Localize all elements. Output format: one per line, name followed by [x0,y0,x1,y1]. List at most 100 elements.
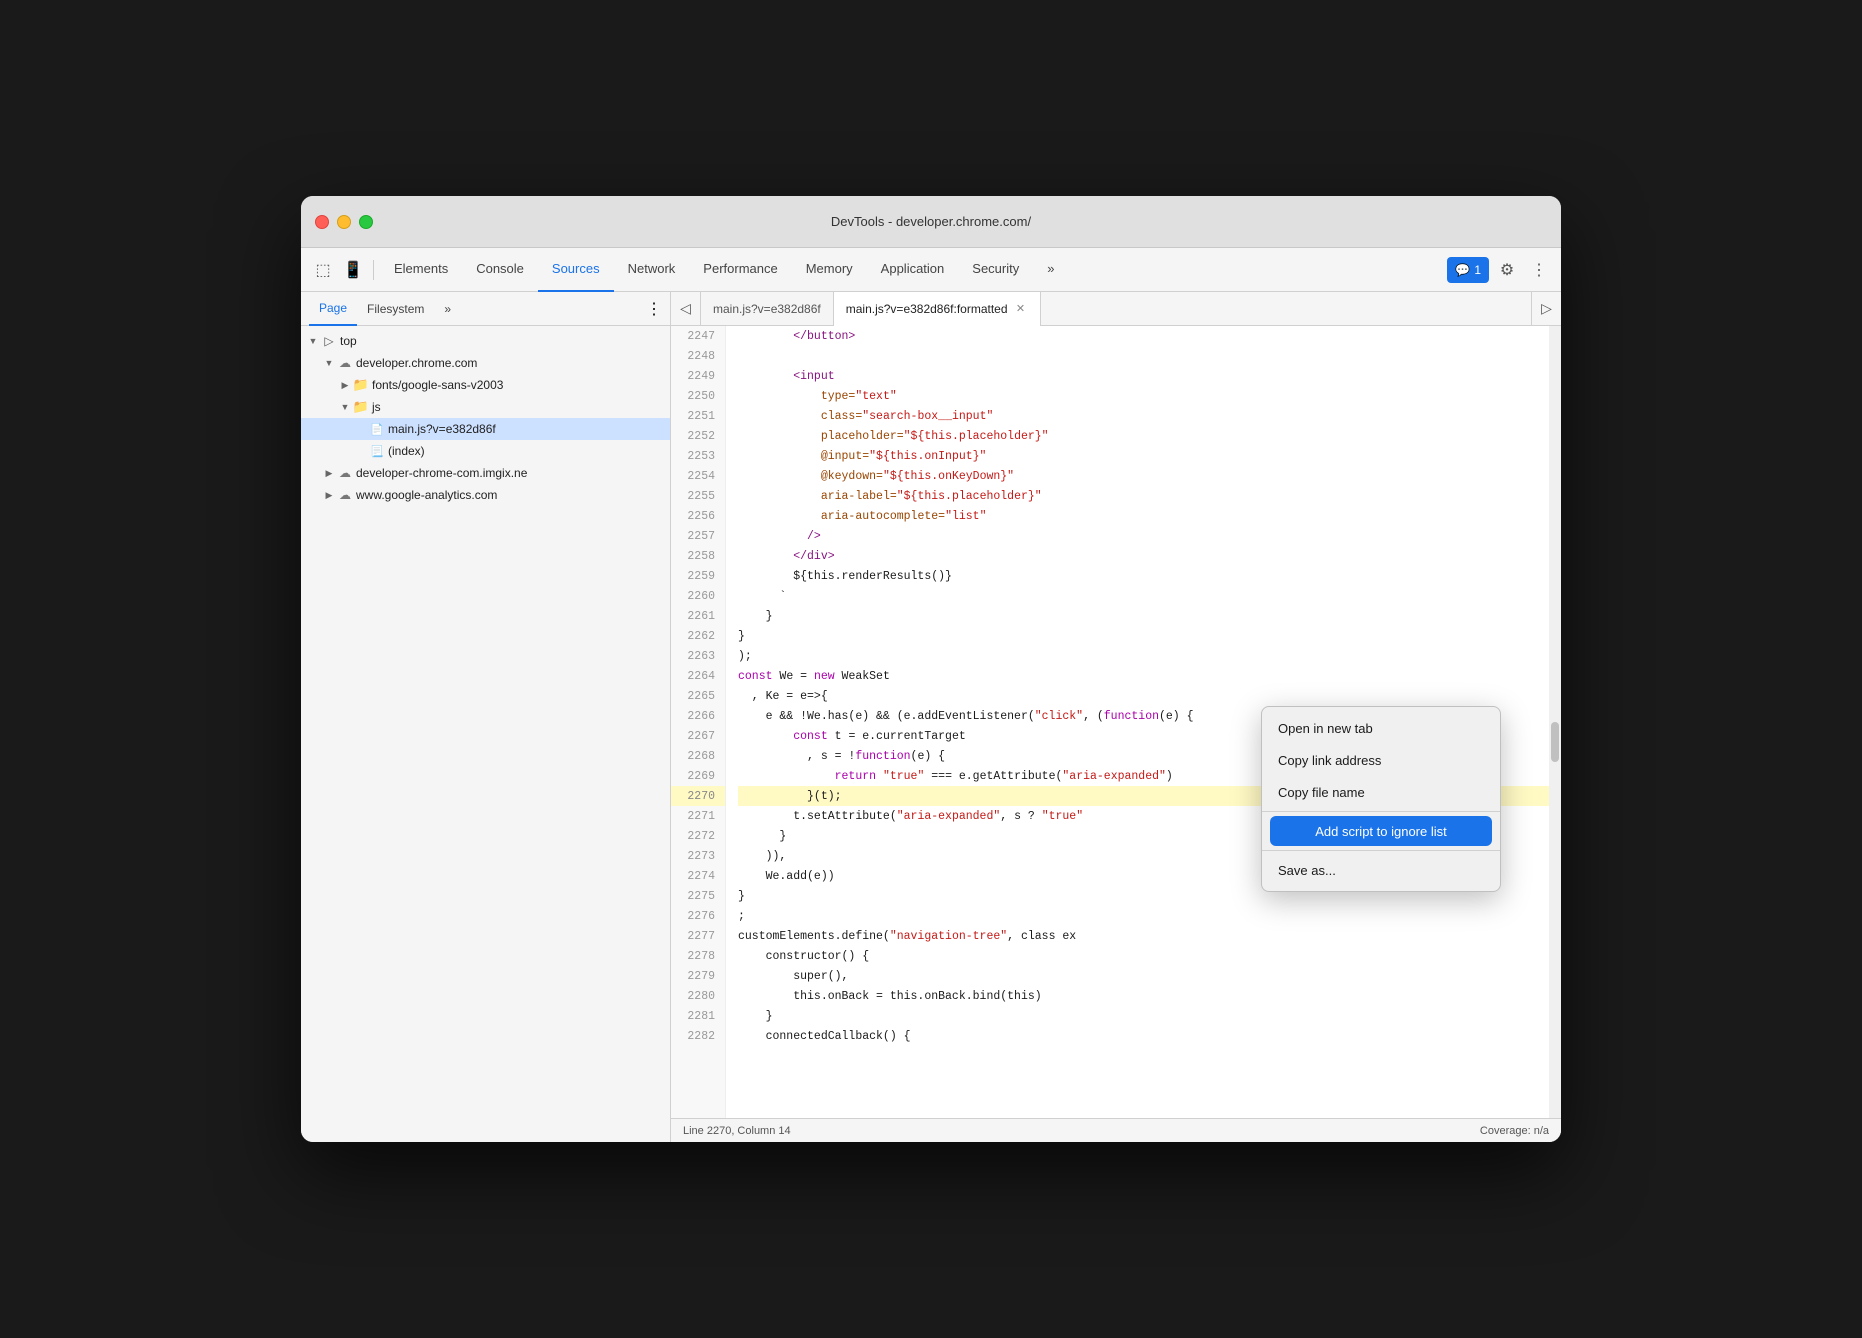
more-options-icon[interactable]: ⋮ [1525,256,1553,284]
code-2261: } [738,606,1561,626]
ctx-save-as[interactable]: Save as... [1262,854,1500,886]
ctx-copy-filename[interactable]: Copy file name [1262,776,1500,808]
cloud-icon-imgix: ☁ [337,465,353,481]
tree-arrow-top: ▼ [305,333,321,349]
line-num-2255: 2255 [671,486,725,506]
tab-sources[interactable]: Sources [538,248,614,292]
coverage-status: Coverage: n/a [1480,1125,1549,1137]
tab-console[interactable]: Console [462,248,538,292]
line-num-2254: 2254 [671,466,725,486]
tree-item-index[interactable]: ▶ 📃 (index) [301,440,670,462]
code-2250: type="text" [738,386,1561,406]
ctx-add-ignore-list[interactable]: Add script to ignore list [1270,816,1492,846]
message-badge-button[interactable]: 💬 1 [1447,257,1489,283]
tree-label-imgix: developer-chrome-com.imgix.ne [356,466,527,480]
code-editor[interactable]: 2247 2248 2249 2250 2251 2252 2253 2254 … [671,326,1561,1118]
code-2247: </button> [738,326,1561,346]
fullscreen-button[interactable] [359,215,373,229]
line-num-2262: 2262 [671,626,725,646]
code-2257: /> [738,526,1561,546]
device-icon[interactable]: 📱 [339,256,367,284]
tab-more[interactable]: » [1033,248,1068,292]
tree-item-imgix[interactable]: ▶ ☁ developer-chrome-com.imgix.ne [301,462,670,484]
sidebar-tab-more[interactable]: » [434,292,461,326]
line-num-2272: 2272 [671,826,725,846]
sidebar-tab-page[interactable]: Page [309,292,357,326]
cursor-position: Line 2270, Column 14 [683,1125,791,1137]
toolbar-right: 💬 1 ⚙ ⋮ [1447,256,1553,284]
line-num-2256: 2256 [671,506,725,526]
line-num-2253: 2253 [671,446,725,466]
tree-label-mainjs: main.js?v=e382d86f [388,422,496,436]
devtools-window: DevTools - developer.chrome.com/ ⬚ 📱 Ele… [301,196,1561,1142]
message-icon: 💬 [1455,263,1470,277]
line-num-2276: 2276 [671,906,725,926]
line-num-2251: 2251 [671,406,725,426]
close-tab-icon[interactable]: ✕ [1014,302,1028,316]
code-2279: super(), [738,966,1561,986]
tree-arrow-fonts: ▶ [337,377,353,393]
scrollbar-track[interactable] [1549,326,1561,1118]
line-num-2278: 2278 [671,946,725,966]
line-num-2259: 2259 [671,566,725,586]
line-num-2257: 2257 [671,526,725,546]
top-icon: ▷ [321,333,337,349]
ctx-copy-link[interactable]: Copy link address [1262,744,1500,776]
tree-item-mainjs[interactable]: ▶ 📄 main.js?v=e382d86f [301,418,670,440]
inspect-icon[interactable]: ⬚ [309,256,337,284]
main-panels: Page Filesystem » ⋮ ▼ ▷ top ▼ ☁ [301,292,1561,1142]
cloud-icon-chrome-com: ☁ [337,355,353,371]
tree-item-analytics[interactable]: ▶ ☁ www.google-analytics.com [301,484,670,506]
tree-label-index: (index) [388,444,425,458]
line-num-2270: 2270 [671,786,725,806]
line-num-2266: 2266 [671,706,725,726]
sidebar-tab-filesystem[interactable]: Filesystem [357,292,434,326]
ctx-open-new-tab[interactable]: Open in new tab [1262,712,1500,744]
code-2262: } [738,626,1561,646]
line-num-2269: 2269 [671,766,725,786]
editor-collapse-icon[interactable]: ▷ [1531,292,1561,326]
tab-network[interactable]: Network [614,248,690,292]
line-num-2248: 2248 [671,346,725,366]
tab-elements[interactable]: Elements [380,248,462,292]
tab-security[interactable]: Security [958,248,1033,292]
code-2280: this.onBack = this.onBack.bind(this) [738,986,1561,1006]
tree-label-analytics: www.google-analytics.com [356,488,497,502]
minimize-button[interactable] [337,215,351,229]
code-2263: ); [738,646,1561,666]
editor-tab-mainjs[interactable]: main.js?v=e382d86f [701,292,834,326]
editor-tab-label-mainjs: main.js?v=e382d86f [713,302,821,316]
line-num-2252: 2252 [671,426,725,446]
code-2277: customElements.define("navigation-tree",… [738,926,1561,946]
page-icon-index: 📃 [369,443,385,459]
line-num-2280: 2280 [671,986,725,1006]
tree-item-fonts[interactable]: ▶ 📁 fonts/google-sans-v2003 [301,374,670,396]
line-num-2275: 2275 [671,886,725,906]
editor-back-icon[interactable]: ◁ [671,292,701,326]
tree-arrow-imgix: ▶ [321,465,337,481]
line-num-2264: 2264 [671,666,725,686]
line-num-2260: 2260 [671,586,725,606]
code-2256: aria-autocomplete="list" [738,506,1561,526]
close-button[interactable] [315,215,329,229]
tree-item-top[interactable]: ▼ ▷ top [301,330,670,352]
tree-item-chrome-com[interactable]: ▼ ☁ developer.chrome.com [301,352,670,374]
tab-performance[interactable]: Performance [689,248,791,292]
ctx-separator [1262,811,1500,812]
code-2253: @input="${this.onInput}" [738,446,1561,466]
tree-label-fonts: fonts/google-sans-v2003 [372,378,503,392]
editor-tab-formatted[interactable]: main.js?v=e382d86f:formatted ✕ [834,292,1041,326]
cloud-icon-analytics: ☁ [337,487,353,503]
tab-application[interactable]: Application [867,248,959,292]
code-2278: constructor() { [738,946,1561,966]
line-num-2274: 2274 [671,866,725,886]
tab-memory[interactable]: Memory [792,248,867,292]
sidebar-menu-icon[interactable]: ⋮ [646,299,662,319]
scrollbar-thumb[interactable] [1551,722,1559,762]
code-2258: </div> [738,546,1561,566]
line-num-2279: 2279 [671,966,725,986]
settings-icon[interactable]: ⚙ [1493,256,1521,284]
tree-label-js: js [372,400,381,414]
line-num-2250: 2250 [671,386,725,406]
tree-item-js[interactable]: ▼ 📁 js [301,396,670,418]
